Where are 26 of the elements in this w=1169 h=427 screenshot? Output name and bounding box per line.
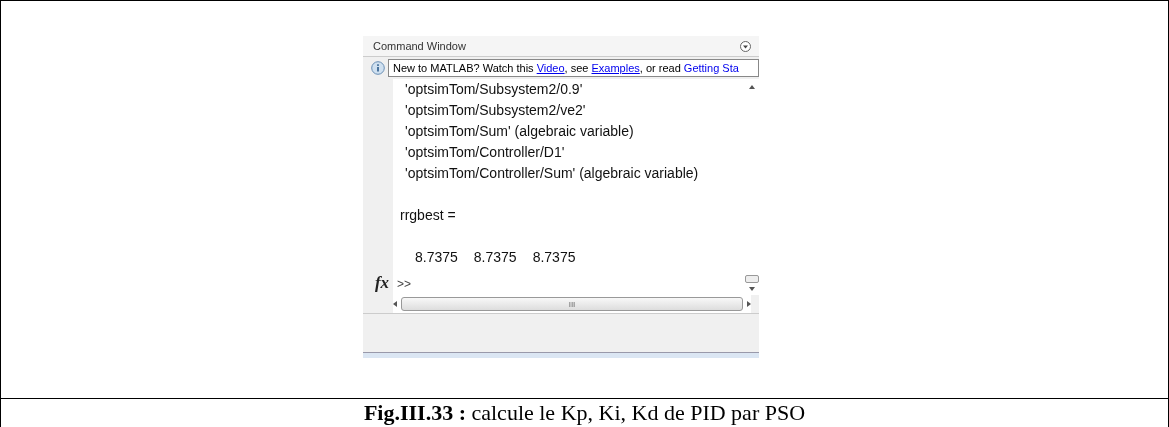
dropdown-icon[interactable]	[740, 40, 751, 52]
function-browser-button[interactable]: fx	[374, 273, 390, 293]
scroll-left-icon[interactable]	[393, 301, 397, 307]
output-line: 'optsimTom/Controller/Sum' (algebraic variable)	[404, 164, 700, 183]
figure-caption: Fig.III.33 : calcule le Kp, Ki, Kd de PID par PSO	[363, 400, 806, 426]
value-text: 8.7375	[415, 248, 458, 267]
info-icon	[371, 61, 385, 75]
value-text: 8.7375	[473, 248, 517, 267]
value-text: 8.7375	[532, 248, 576, 267]
window-title: Command Window	[373, 40, 466, 52]
help-link[interactable]: Getting Sta	[683, 62, 739, 74]
output-line: 'optsimTom/Subsystem2/0.9'	[404, 80, 584, 99]
output-line: 'optsimTom/Sum' (algebraic variable)	[404, 122, 635, 141]
help-link[interactable]: Examples	[591, 62, 640, 74]
scroll-up-icon[interactable]	[749, 85, 755, 89]
scroll-thumb[interactable]	[745, 275, 759, 283]
scroll-down-icon[interactable]	[749, 287, 755, 291]
variable-name: rrgbest =	[399, 206, 457, 225]
output-line: 'optsimTom/Subsystem2/ve2'	[404, 101, 587, 120]
scroll-thumb[interactable]: III	[401, 297, 743, 311]
help-link[interactable]: Video	[536, 62, 565, 74]
output-line: 'optsimTom/Controller/D1'	[404, 143, 566, 162]
horizontal-scrollbar[interactable]: III	[393, 295, 751, 313]
info-message: New to MATLAB? Watch this Video, see Examples, or read Getting Sta	[388, 59, 759, 77]
scroll-right-icon[interactable]	[747, 301, 751, 307]
command-prompt[interactable]: >>	[393, 274, 745, 295]
